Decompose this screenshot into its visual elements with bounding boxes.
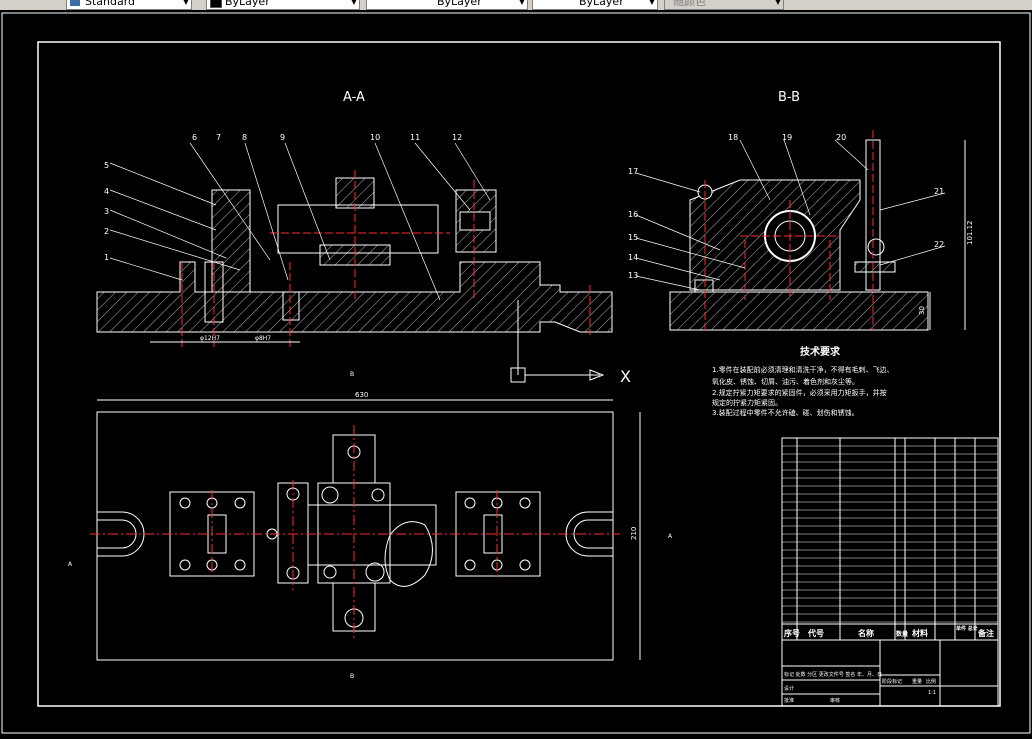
- tech-title: 技术要求: [800, 345, 841, 358]
- svg-text:3: 3: [104, 207, 109, 216]
- bom-header-code: 代号: [807, 628, 824, 638]
- section-aa-view: φ12H7 φ8H7 X 6 7 8 9 10 11 12 5 4 3 2 1: [96, 133, 631, 386]
- svg-text:批准: 批准: [784, 697, 794, 704]
- svg-text:2.规定拧紧力矩要求的紧固件，必须采用力矩扳手，并按: 2.规定拧紧力矩要求的紧固件，必须采用力矩扳手，并按: [712, 388, 887, 397]
- svg-text:9: 9: [280, 133, 285, 142]
- svg-text:10: 10: [370, 133, 380, 142]
- svg-text:2: 2: [104, 227, 109, 236]
- svg-text:比例: 比例: [926, 678, 936, 685]
- svg-text:重量: 重量: [912, 678, 922, 685]
- text-style-dropdown[interactable]: Standard ▼: [66, 0, 192, 10]
- dim-h7b: φ8H7: [255, 335, 271, 342]
- dim-630: 630: [355, 391, 368, 399]
- svg-text:21: 21: [934, 187, 944, 196]
- svg-text:规定的拧紧力矩紧固。: 规定的拧紧力矩紧固。: [712, 398, 782, 407]
- chevron-down-icon[interactable]: ▼: [649, 0, 655, 9]
- axis-x-label: X: [620, 367, 631, 386]
- bom-header-remark: 备注: [977, 628, 994, 638]
- section-bb-view: 101.12 30 18 19 20 17 21 16 15 14 22 13: [628, 130, 974, 331]
- svg-text:13: 13: [628, 271, 638, 280]
- view-a-left: A: [68, 561, 73, 568]
- bill-of-materials: 序号 代号 名称 数量 材料 单件 总计 备注: [781, 437, 999, 641]
- svg-text:6: 6: [192, 133, 197, 142]
- linetype-dropdown[interactable]: ByLayer ▼: [366, 0, 528, 10]
- svg-text:15: 15: [628, 233, 638, 242]
- drawing-frame: [37, 41, 1001, 707]
- svg-text:18: 18: [728, 133, 738, 142]
- svg-text:1:1: 1:1: [928, 690, 936, 696]
- svg-text:阶段标记: 阶段标记: [882, 678, 902, 685]
- svg-text:4: 4: [104, 187, 109, 196]
- svg-text:1: 1: [104, 253, 109, 262]
- cad-drawing: A-A B-B φ12H7 φ8H7 X 6 7 8 9 10 11 12 5 …: [1, 12, 1031, 734]
- text-style-value: Standard: [85, 0, 136, 8]
- svg-text:19: 19: [782, 133, 792, 142]
- color-dropdown[interactable]: ByLayer ▼: [206, 0, 360, 10]
- svg-text:20: 20: [836, 133, 846, 142]
- title-block: 标记 处数 分区 更改文件号 签名 年、月、日 设计 批准 审核 阶段标记 重量…: [781, 639, 999, 707]
- view-a-right: A: [668, 533, 673, 540]
- view-b-bottom: B: [350, 673, 354, 680]
- svg-text:标记 处数 分区 更改文件号 签名 年、月、日: 标记 处数 分区 更改文件号 签名 年、月、日: [784, 671, 882, 678]
- chevron-down-icon[interactable]: ▼: [183, 0, 189, 9]
- view-b-top: B: [350, 371, 354, 378]
- plotstyle-value: 随颜色: [673, 0, 706, 8]
- chevron-down-icon[interactable]: ▼: [519, 0, 525, 9]
- plan-view: 630 210 B B A A: [68, 371, 673, 680]
- svg-text:1.零件在装配前必须清理和清洗干净，不得有毛刺、飞边、: 1.零件在装配前必须清理和清洗干净，不得有毛刺、飞边、: [712, 365, 894, 374]
- color-swatch-icon: [210, 0, 222, 8]
- bom-header-qty: 数量: [896, 630, 908, 638]
- drawing-canvas[interactable]: A-A B-B φ12H7 φ8H7 X 6 7 8 9 10 11 12 5 …: [0, 10, 1032, 735]
- bom-header-no: 序号: [784, 628, 800, 638]
- svg-text:3.装配过程中零件不允许磕、碰、划伤和锈蚀。: 3.装配过程中零件不允许磕、碰、划伤和锈蚀。: [712, 408, 859, 417]
- svg-text:14: 14: [628, 253, 638, 262]
- svg-text:8: 8: [242, 133, 247, 142]
- svg-text:11: 11: [410, 133, 420, 142]
- svg-text:5: 5: [104, 161, 109, 170]
- plotstyle-dropdown[interactable]: 随颜色 ▼: [664, 0, 784, 10]
- technical-requirements: 技术要求 1.零件在装配前必须清理和清洗干净，不得有毛刺、飞边、 氧化皮、锈蚀、…: [712, 345, 894, 417]
- svg-text:22: 22: [934, 240, 944, 249]
- section-bb-title: B-B: [778, 90, 800, 105]
- svg-text:氧化皮、锈蚀、切屑、油污、着色剂和灰尘等。: 氧化皮、锈蚀、切屑、油污、着色剂和灰尘等。: [712, 377, 859, 386]
- svg-text:设计: 设计: [784, 685, 794, 692]
- svg-text:审核: 审核: [830, 697, 840, 704]
- lineweight-dropdown[interactable]: ByLayer ▼: [532, 0, 658, 10]
- dim-30: 30: [918, 306, 926, 315]
- aa-balloons: 6 7 8 9 10 11 12 5 4 3 2 1: [104, 133, 462, 262]
- chevron-down-icon[interactable]: ▼: [775, 0, 781, 9]
- bom-header-name: 名称: [858, 628, 874, 638]
- color-value: ByLayer: [225, 0, 270, 8]
- lineweight-value: ByLayer: [579, 0, 624, 8]
- linetype-value: ByLayer: [437, 0, 482, 8]
- chevron-down-icon[interactable]: ▼: [351, 0, 357, 9]
- bom-header-weight: 单件 总计: [956, 625, 978, 632]
- svg-text:17: 17: [628, 167, 638, 176]
- dim-101: 101.12: [966, 221, 974, 246]
- text-style-icon: [70, 0, 80, 6]
- dim-210: 210: [630, 527, 638, 540]
- svg-text:12: 12: [452, 133, 462, 142]
- svg-text:7: 7: [216, 133, 221, 142]
- dim-h7: φ12H7: [200, 335, 220, 342]
- section-aa-title: A-A: [343, 90, 365, 105]
- svg-text:16: 16: [628, 210, 638, 219]
- bom-header-material: 材料: [912, 628, 928, 638]
